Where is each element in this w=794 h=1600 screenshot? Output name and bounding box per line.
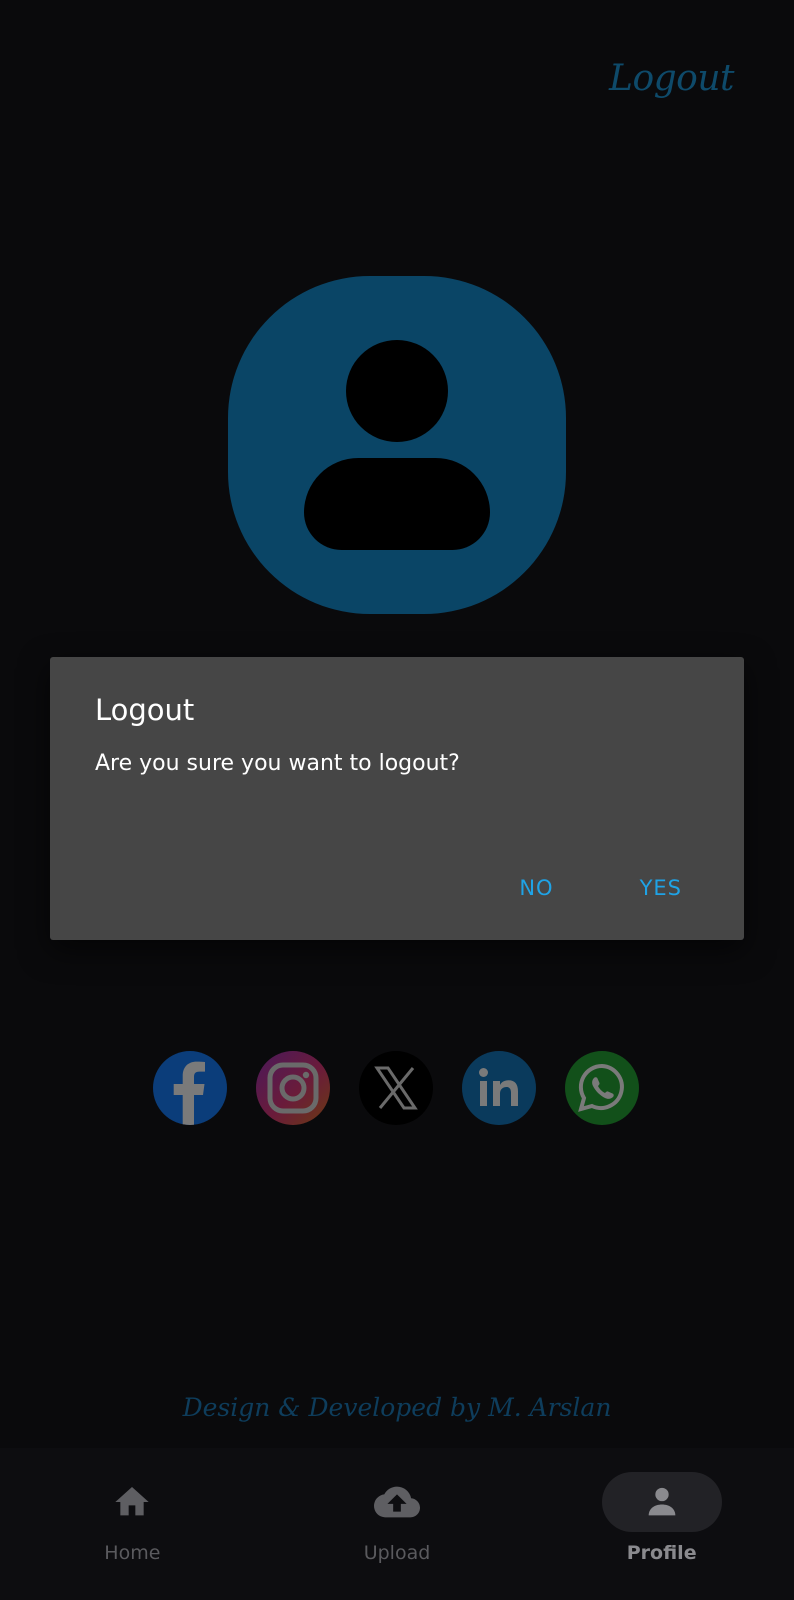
dialog-actions: NO YES — [519, 876, 682, 900]
x-icon[interactable] — [359, 1051, 433, 1125]
logout-link[interactable]: Logout — [609, 58, 734, 99]
nav-item-home[interactable]: Home — [0, 1448, 265, 1600]
social-links — [153, 1051, 639, 1125]
avatar-body — [304, 458, 490, 550]
facebook-icon[interactable] — [153, 1051, 227, 1125]
yes-button[interactable]: YES — [640, 876, 682, 900]
no-button[interactable]: NO — [519, 876, 553, 900]
nav-label-home: Home — [104, 1542, 161, 1564]
nav-item-profile[interactable]: Profile — [529, 1448, 794, 1600]
nav-label-profile: Profile — [626, 1542, 697, 1564]
instagram-icon[interactable] — [256, 1051, 330, 1125]
dialog-message: Are you sure you want to logout? — [95, 751, 460, 776]
cloud-upload-icon — [337, 1472, 457, 1532]
whatsapp-icon[interactable] — [565, 1051, 639, 1125]
dialog-title: Logout — [95, 693, 195, 727]
person-icon — [601, 1472, 722, 1532]
avatar — [228, 276, 566, 614]
linkedin-icon[interactable] — [462, 1051, 536, 1125]
avatar-head — [346, 340, 448, 442]
profile-screen: Logout Design & Developed by M. Arslan H… — [0, 0, 794, 1600]
footer-credit: Design & Developed by M. Arslan — [182, 1393, 612, 1422]
nav-item-upload[interactable]: Upload — [265, 1448, 530, 1600]
home-icon — [72, 1472, 192, 1532]
logout-dialog: Logout Are you sure you want to logout? … — [50, 657, 744, 940]
nav-label-upload: Upload — [363, 1542, 431, 1564]
bottom-navigation: Home Upload Profile — [0, 1448, 794, 1600]
